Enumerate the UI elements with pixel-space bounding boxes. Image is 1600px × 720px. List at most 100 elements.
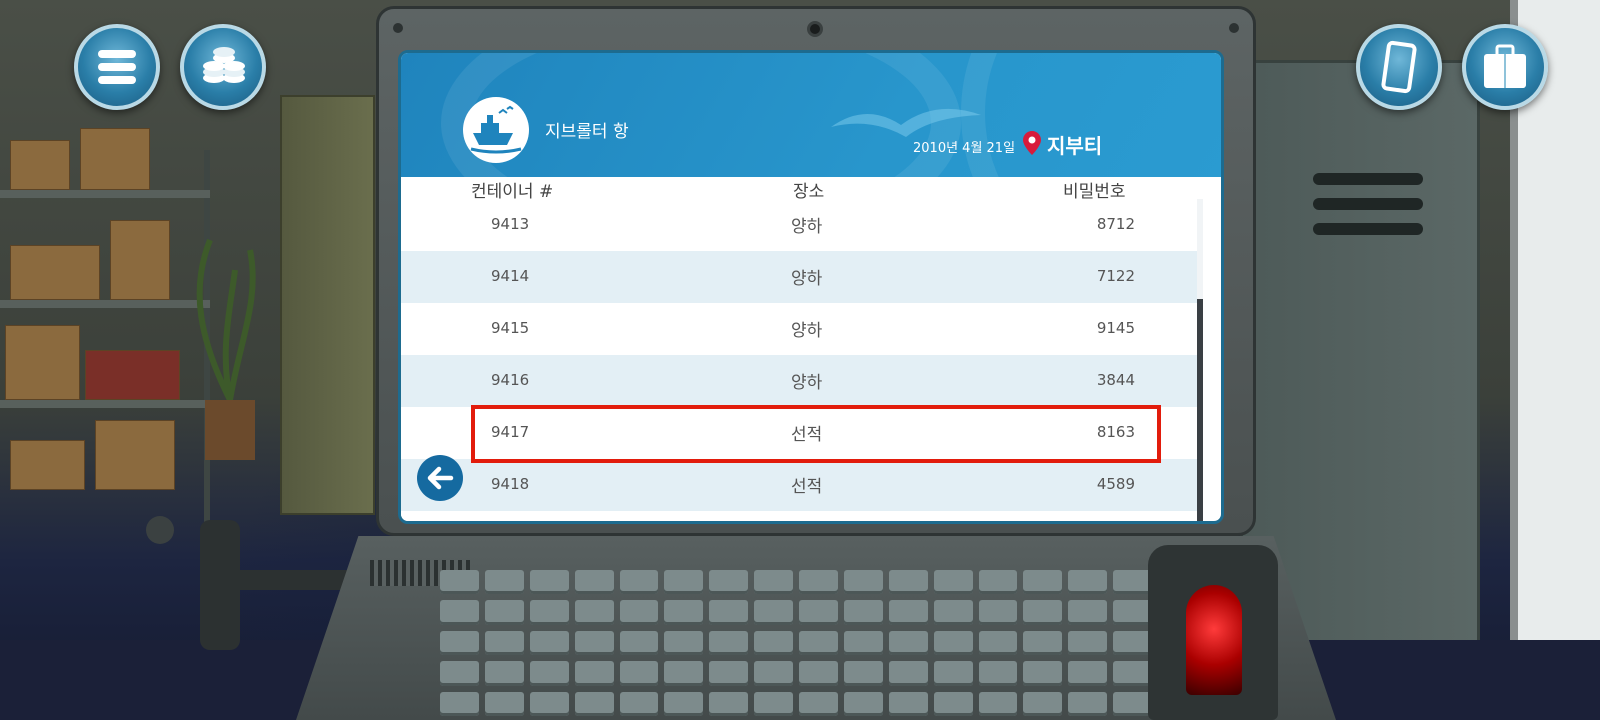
keyboard-key xyxy=(619,570,659,595)
cardboard-box xyxy=(10,140,70,190)
keyboard-key xyxy=(754,630,793,656)
keyboard-key xyxy=(1113,570,1152,595)
scanner-light xyxy=(1186,585,1242,695)
keyboard-key xyxy=(799,570,838,595)
current-location: 지부티 xyxy=(1047,134,1103,158)
cabinet xyxy=(280,95,375,515)
screen-header: 지브롤터 항 2010년 4월 21일 지부티 xyxy=(401,53,1221,177)
table-row[interactable]: 9418 선적 4589 xyxy=(401,459,1197,511)
keyboard-key xyxy=(529,691,569,716)
keyboard-key xyxy=(574,661,614,686)
menu-button[interactable] xyxy=(74,24,160,110)
table-row[interactable]: 9414 양하 7122 xyxy=(401,251,1197,303)
keyboard-key xyxy=(709,661,749,686)
keyboard-key xyxy=(888,630,928,656)
keyboard-key xyxy=(1023,600,1063,625)
container-table[interactable]: 9413 양하 8712 9414 양하 7122 9415 양하 9145 9416 양하 3844… xyxy=(401,199,1197,521)
coins-icon xyxy=(203,47,245,83)
keyboard-key xyxy=(1113,600,1152,625)
keyboard-key xyxy=(1023,661,1063,686)
keyboard-key xyxy=(933,600,973,625)
keyboard-key xyxy=(843,630,883,656)
keyboard-key xyxy=(529,661,569,686)
scrollbar[interactable] xyxy=(1197,199,1203,521)
coins-button[interactable] xyxy=(180,24,266,110)
shelf xyxy=(0,400,210,408)
keyboard-key xyxy=(843,570,883,595)
fingerprint-scanner[interactable] xyxy=(1148,545,1278,720)
table-header: 컨테이너 # 장소 비밀번호 xyxy=(401,177,1221,202)
keyboard-key xyxy=(978,600,1018,625)
red-box xyxy=(85,350,180,400)
briefcase-icon xyxy=(1484,44,1526,88)
keyboard-key xyxy=(440,570,479,595)
shelf xyxy=(0,190,210,198)
cell-location: 양하 xyxy=(791,373,823,393)
keyboard-key xyxy=(978,630,1018,656)
hamburger-menu-icon xyxy=(98,50,136,84)
keyboard-key xyxy=(440,630,479,656)
cell-container: 9418 xyxy=(491,475,530,493)
cell-container: 9414 xyxy=(491,267,530,285)
cardboard-box xyxy=(5,325,80,400)
cell-password: 4589 xyxy=(1096,475,1135,493)
phone-button[interactable] xyxy=(1356,24,1442,110)
keyboard-key xyxy=(709,570,749,595)
keyboard-key xyxy=(574,600,614,625)
keyboard-key xyxy=(619,630,659,656)
keyboard-key xyxy=(484,570,524,595)
keyboard-key xyxy=(440,600,479,625)
inventory-button[interactable] xyxy=(1462,24,1548,110)
table-row[interactable]: 9415 양하 9145 xyxy=(401,303,1197,355)
table-row[interactable]: 9419선적 xyxy=(401,511,1197,521)
keyboard-key xyxy=(440,661,479,686)
keyboard-key xyxy=(933,661,973,686)
keyboard-key xyxy=(754,661,793,686)
table-row[interactable]: 9413 양하 8712 xyxy=(401,199,1197,251)
keyboard-key xyxy=(888,600,928,625)
keyboard-key xyxy=(709,600,749,625)
keyboard-key xyxy=(664,570,704,595)
scrollbar-thumb[interactable] xyxy=(1197,299,1203,521)
keyboard-key xyxy=(933,691,973,716)
keyboard-key xyxy=(799,630,838,656)
keyboard-key xyxy=(529,570,569,595)
cell-container: 9413 xyxy=(491,215,530,233)
keyboard-key xyxy=(978,570,1018,595)
cell-location: 양하 xyxy=(791,217,823,237)
keyboard-key xyxy=(754,600,793,625)
current-date: 2010년 4월 21일 xyxy=(913,141,1016,156)
keyboard-key xyxy=(484,661,524,686)
ship-logo-icon xyxy=(463,97,529,163)
back-button[interactable] xyxy=(417,455,463,501)
keyboard-key xyxy=(933,630,973,656)
keyboard-key xyxy=(1023,630,1063,656)
keyboard-key xyxy=(664,630,704,656)
keyboard-key xyxy=(484,630,524,656)
keyboard-key xyxy=(843,661,883,686)
keyboard-key xyxy=(529,600,569,625)
cell-location: 선적 xyxy=(791,477,823,497)
keyboard-key xyxy=(843,691,883,716)
keyboard-key xyxy=(888,691,928,716)
table-row[interactable]: 9416 양하 3844 xyxy=(401,355,1197,407)
cell-container: 9415 xyxy=(491,319,530,337)
keyboard-key xyxy=(799,691,838,716)
keyboard-key xyxy=(619,600,659,625)
keyboard-key xyxy=(754,570,793,595)
cell-password: 3844 xyxy=(1096,371,1135,389)
keyboard-key xyxy=(1068,630,1108,656)
keyboard-key xyxy=(1023,570,1063,595)
keyboard-key xyxy=(799,600,838,625)
keyboard-key xyxy=(1113,691,1152,716)
cell-password: 9145 xyxy=(1096,319,1135,337)
laptop-screen: 지브롤터 항 2010년 4월 21일 지부티 컨테이너 # 장소 비밀번호 9… xyxy=(398,50,1224,524)
potted-plant xyxy=(196,238,256,460)
shelf-unit xyxy=(0,128,210,530)
keyboard-key xyxy=(843,600,883,625)
highlight-box xyxy=(471,405,1161,463)
keyboard-key xyxy=(799,661,838,686)
cardboard-box xyxy=(10,440,85,490)
port-name: 지브롤터 항 xyxy=(545,122,629,142)
locker-vent xyxy=(1313,223,1423,235)
